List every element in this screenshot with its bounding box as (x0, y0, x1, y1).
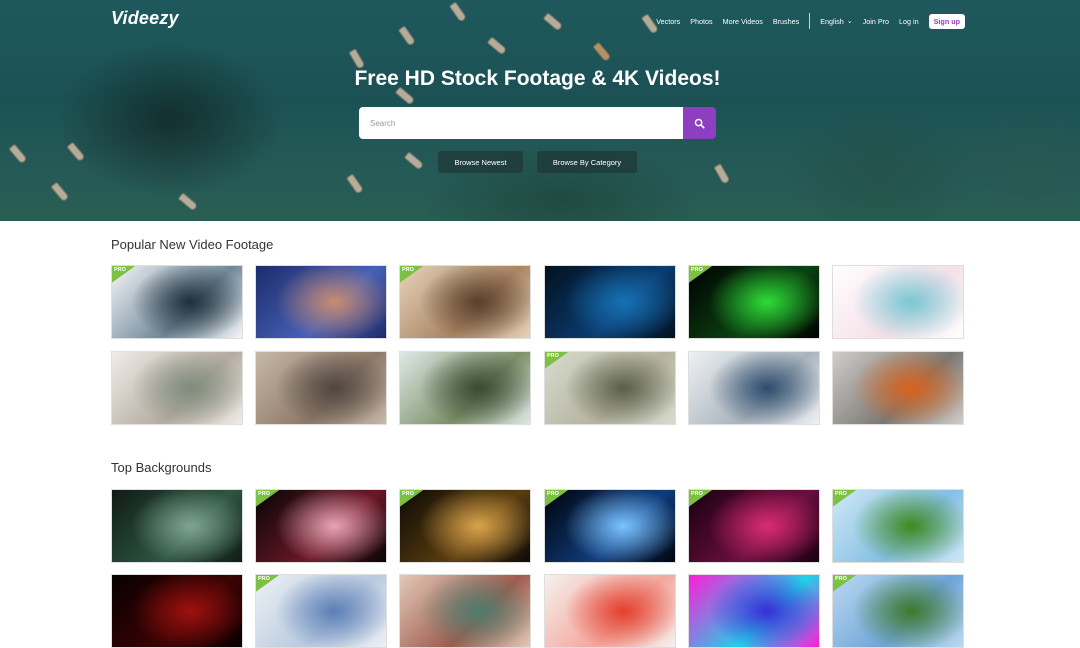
nav-brushes[interactable]: Brushes (773, 17, 799, 26)
nav-divider (809, 13, 811, 29)
boat-decoration (50, 181, 70, 203)
scientist-microscope-thumbnail[interactable]: PRO (111, 265, 243, 339)
hero-title: Free HD Stock Footage & 4K Videos! (354, 67, 721, 90)
pro-badge-label: PRO (258, 576, 270, 582)
pro-badge-label: PRO (835, 491, 847, 497)
pro-badge-label: PRO (835, 576, 847, 582)
red-particles-thumbnail[interactable] (111, 574, 243, 648)
virus-cells-thumbnail[interactable] (544, 265, 676, 339)
search-icon (694, 118, 705, 129)
golden-particles-thumbnail[interactable]: PRO (399, 489, 531, 563)
nav-login[interactable]: Log in (899, 17, 919, 26)
hero-banner: Videezy Vectors Photos More Videos Brush… (0, 0, 1080, 221)
signup-button[interactable]: Sign up (928, 13, 965, 29)
pro-badge-label: PRO (402, 267, 414, 273)
boat-decoration (177, 192, 199, 212)
cleaning-glove-thumbnail[interactable] (832, 351, 964, 425)
boat-decoration (542, 12, 564, 32)
section-title-popular: Popular New Video Footage (111, 237, 274, 252)
nav-join-pro[interactable]: Join Pro (863, 17, 889, 26)
magenta-shards-thumbnail[interactable]: PRO (688, 489, 820, 563)
nav-photos[interactable]: Photos (690, 17, 712, 26)
boat-decoration (66, 141, 86, 163)
language-selector[interactable]: English ⌄ (820, 17, 852, 26)
top-nav: Vectors Photos More Videos Brushes Engli… (646, 13, 965, 29)
nav-vectors[interactable]: Vectors (656, 17, 680, 26)
boat-decoration (397, 25, 417, 47)
pro-badge-label: PRO (547, 353, 559, 359)
red-ink-smoke-thumbnail[interactable] (544, 574, 676, 648)
laptop-typing-thumbnail[interactable] (111, 351, 243, 425)
boat-decoration (486, 36, 508, 56)
boat-decoration (8, 143, 28, 165)
boat-decoration (592, 41, 612, 63)
lab-test-tube-thumbnail[interactable] (255, 265, 387, 339)
online-shopping-illustration-thumbnail[interactable] (832, 265, 964, 339)
trees-sky-thumbnail[interactable]: PRO (832, 574, 964, 648)
pro-badge-label: PRO (547, 491, 559, 497)
nav-more-videos[interactable]: More Videos (723, 17, 763, 26)
pro-badge-label: PRO (402, 491, 414, 497)
pro-badge-label: PRO (691, 491, 703, 497)
boat-decoration (448, 1, 468, 23)
neon-blobs-thumbnail[interactable] (688, 574, 820, 648)
green-maze-thumbnail[interactable] (111, 489, 243, 563)
browse-category-button[interactable]: Browse By Category (537, 151, 637, 173)
man-on-sofa-phone-thumbnail[interactable] (255, 351, 387, 425)
language-label: English (820, 16, 844, 26)
boat-decoration (345, 173, 365, 195)
pro-badge-label: PRO (691, 267, 703, 273)
lab-workers-thumbnail[interactable]: PRO (399, 265, 531, 339)
woman-mask-thumbs-up-thumbnail[interactable]: PRO (544, 351, 676, 425)
pro-badge-label: PRO (114, 267, 126, 273)
kaleidoscope-thumbnail[interactable] (399, 574, 531, 648)
search-input[interactable]: Search (359, 107, 683, 139)
map-pins-thumbnail[interactable]: PRO (255, 574, 387, 648)
search-bar: Search (359, 107, 716, 139)
videezy-logo[interactable]: Videezy (111, 8, 179, 29)
boat-decoration (713, 163, 731, 185)
sunny-meadow-thumbnail[interactable]: PRO (832, 489, 964, 563)
chevron-down-icon: ⌄ (846, 18, 853, 25)
boat-decoration (403, 151, 425, 171)
search-button[interactable] (683, 107, 716, 139)
pro-badge-label: PRO (258, 491, 270, 497)
earth-from-space-thumbnail[interactable]: PRO (544, 489, 676, 563)
section-title-backgrounds: Top Backgrounds (111, 460, 212, 475)
stressed-man-laptop-thumbnail[interactable] (688, 351, 820, 425)
green-virus-thumbnail[interactable]: PRO (688, 265, 820, 339)
browse-newest-button[interactable]: Browse Newest (438, 151, 523, 173)
bokeh-lights-thumbnail[interactable]: PRO (255, 489, 387, 563)
woman-working-window-thumbnail[interactable] (399, 351, 531, 425)
